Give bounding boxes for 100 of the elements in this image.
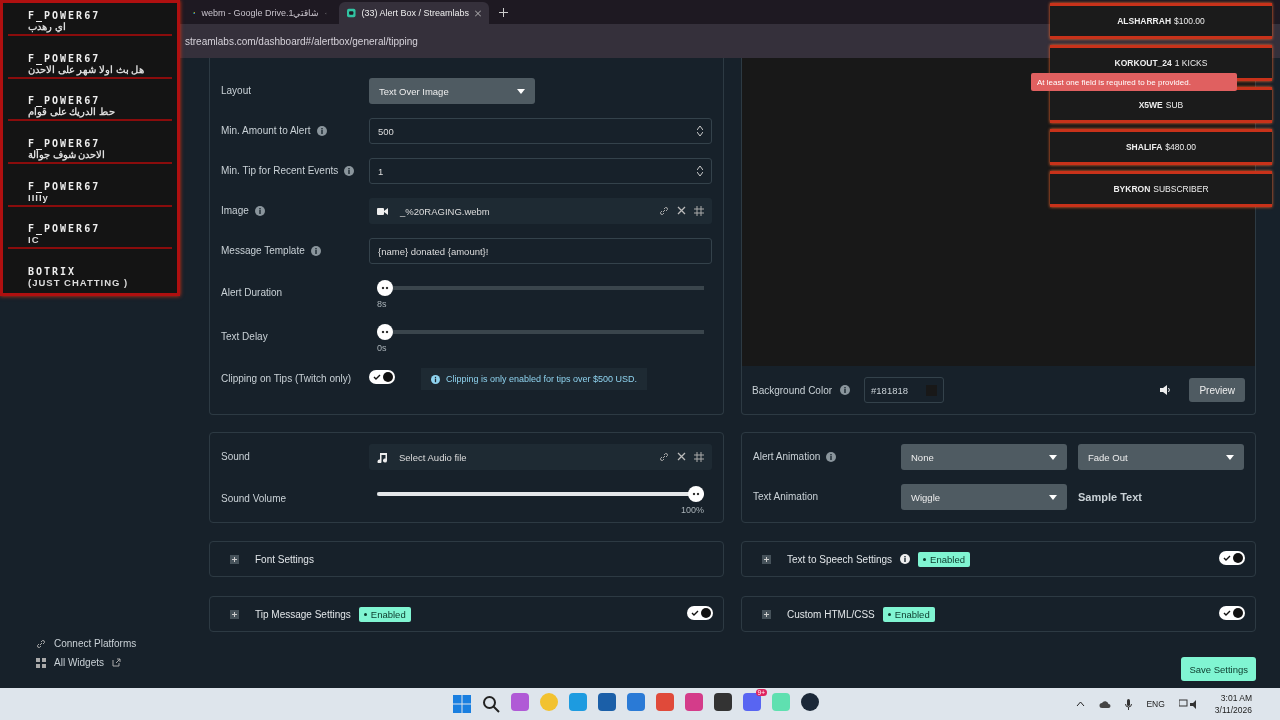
chat-username: F_POWER67 <box>28 52 101 64</box>
chat-message: (JUST CHATTING ) <box>28 276 130 288</box>
animation-dropdown[interactable]: Wiggle <box>901 484 1067 510</box>
browser-tab[interactable]: webm - Google Drive.1شاقتي <box>185 2 335 24</box>
animation-dropdown[interactable]: Fade Out <box>1078 444 1244 470</box>
toggle-switch[interactable] <box>1219 551 1245 567</box>
collapsible-section[interactable]: Tip Message Settings Enabled <box>209 596 724 632</box>
save-button[interactable]: Save Settings <box>1181 657 1256 681</box>
alert-banner: BYKRON SUBSCRIBER <box>1050 171 1272 207</box>
animation-dropdown[interactable]: None <box>901 444 1067 470</box>
field-label: Text Delay <box>221 329 268 344</box>
error-toast: At least one field is required to be provided. <box>1031 73 1237 91</box>
collapsible-section[interactable]: Text to Speech Settings Enabled <box>741 541 1256 577</box>
field-label: Min. Amount to Alert <box>221 123 311 138</box>
caret-icon <box>517 88 525 94</box>
preview-button[interactable]: Preview <box>1189 378 1245 402</box>
chat-username: BOTRIX <box>28 265 78 277</box>
expand-icon[interactable] <box>762 554 771 564</box>
clock[interactable]: 3:01 AM 3/11/2026 <box>1214 693 1252 715</box>
chat-message: حط الدريك على قوام <box>28 106 116 118</box>
toggle-switch[interactable] <box>1219 606 1245 622</box>
caret-icon <box>1049 494 1057 500</box>
close-icon[interactable] <box>677 452 686 461</box>
music-note-icon <box>377 451 387 463</box>
close-icon[interactable] <box>475 9 481 17</box>
field-label: Sound Volume <box>221 491 287 506</box>
field-label: Sound <box>221 449 250 464</box>
chat-username: F_POWER67 <box>28 137 101 149</box>
status-badge: Enabled <box>918 551 970 567</box>
section-title: Custom HTML/CSS <box>787 608 875 620</box>
sidebar-link[interactable]: All Widgets <box>36 657 209 668</box>
browser-tab[interactable]: (33) Alert Box / Streamlabs <box>339 2 489 24</box>
microphone-icon[interactable] <box>1125 698 1133 710</box>
expand-icon[interactable] <box>230 554 239 564</box>
info-icon <box>431 374 440 384</box>
field-label: Layout <box>221 83 252 98</box>
cloud-icon[interactable] <box>1099 699 1112 709</box>
section-title: Tip Message Settings <box>255 608 351 620</box>
app-icon[interactable] <box>714 693 732 711</box>
chevron-up-icon[interactable] <box>1076 701 1086 707</box>
link-icon[interactable] <box>659 452 669 462</box>
app-icon <box>347 8 356 18</box>
new-tab-icon[interactable] <box>499 8 508 17</box>
field-label: Background Color <box>752 384 833 396</box>
text-field[interactable]: {name} donated {amount}! <box>369 238 712 264</box>
section-title: Font Settings <box>255 553 314 565</box>
number-field[interactable]: 1 <box>369 158 712 184</box>
video-camera-icon <box>377 206 388 216</box>
chat-message: IIIIy <box>28 191 49 203</box>
collapsible-section[interactable]: Custom HTML/CSS Enabled <box>741 596 1256 632</box>
spinner-icon[interactable] <box>697 125 703 137</box>
link-icon[interactable] <box>659 206 669 216</box>
grid-icon[interactable] <box>694 452 704 462</box>
chat-message: IC <box>28 234 40 246</box>
language-indicator[interactable]: ENG <box>1146 699 1165 709</box>
chat-message: اي رهدب <box>28 21 66 32</box>
search-icon[interactable] <box>482 695 500 713</box>
status-badge: Enabled <box>882 606 935 622</box>
sample-text: Sample Text <box>1078 491 1142 503</box>
collapsible-section[interactable]: Font Settings <box>209 541 724 577</box>
close-icon[interactable] <box>677 206 686 215</box>
alert-banner: X5WE SUB <box>1050 87 1272 123</box>
caret-icon <box>1226 454 1234 460</box>
field-label: Alert Animation <box>753 449 821 464</box>
info-icon <box>840 385 851 395</box>
app-icon[interactable] <box>801 693 819 711</box>
chat-username: F_POWER67 <box>28 223 102 235</box>
chat-username: F_POWER67 <box>28 10 102 21</box>
alert-banner: SHALIFA $480.00 <box>1050 129 1272 165</box>
field-label: Clipping on Tips (Twitch only) <box>221 371 352 386</box>
alert-banner: ALSHARRAH $100.00 <box>1050 3 1272 39</box>
status-badge: Enabled <box>358 606 411 622</box>
start-icon[interactable] <box>453 695 471 713</box>
link-icon <box>36 638 46 649</box>
chat-message: الاحدن شوف جوالة <box>28 148 107 160</box>
color-field[interactable]: #181818 <box>864 377 945 403</box>
spinner-icon[interactable] <box>697 165 703 177</box>
slider-value: 8s <box>377 298 387 309</box>
chat-username: F_POWER67 <box>28 95 101 107</box>
field-label: Alert Duration <box>221 285 283 300</box>
slider-value: 0s <box>377 342 387 353</box>
layout-dropdown[interactable]: Text Over Image <box>369 78 535 104</box>
field-label: Text Animation <box>753 489 819 504</box>
field-label: Image <box>221 203 249 218</box>
slider-value: 100% <box>680 504 704 515</box>
toggle-switch[interactable] <box>687 606 713 622</box>
speaker-icon[interactable] <box>1160 385 1172 395</box>
address-bar[interactable]: streamlabs.com/dashboard#/alertbox/general/tipping <box>185 35 418 47</box>
field-label: Message Template <box>221 243 305 258</box>
info-note: Clipping is only enabled for tips over $500 USD. <box>421 368 648 390</box>
sidebar-link[interactable]: Connect Platforms <box>36 638 209 649</box>
number-field[interactable]: 500 <box>369 118 712 144</box>
section-title: Text to Speech Settings <box>787 553 893 565</box>
chat-message: هل بث اولا شهر على الاحدن <box>28 63 146 75</box>
caret-icon <box>1049 454 1057 460</box>
expand-icon[interactable] <box>230 609 239 619</box>
grid-icon <box>36 657 46 668</box>
field-label: Min. Tip for Recent Events <box>221 163 339 178</box>
expand-icon[interactable] <box>762 609 771 619</box>
grid-icon[interactable] <box>694 206 704 216</box>
